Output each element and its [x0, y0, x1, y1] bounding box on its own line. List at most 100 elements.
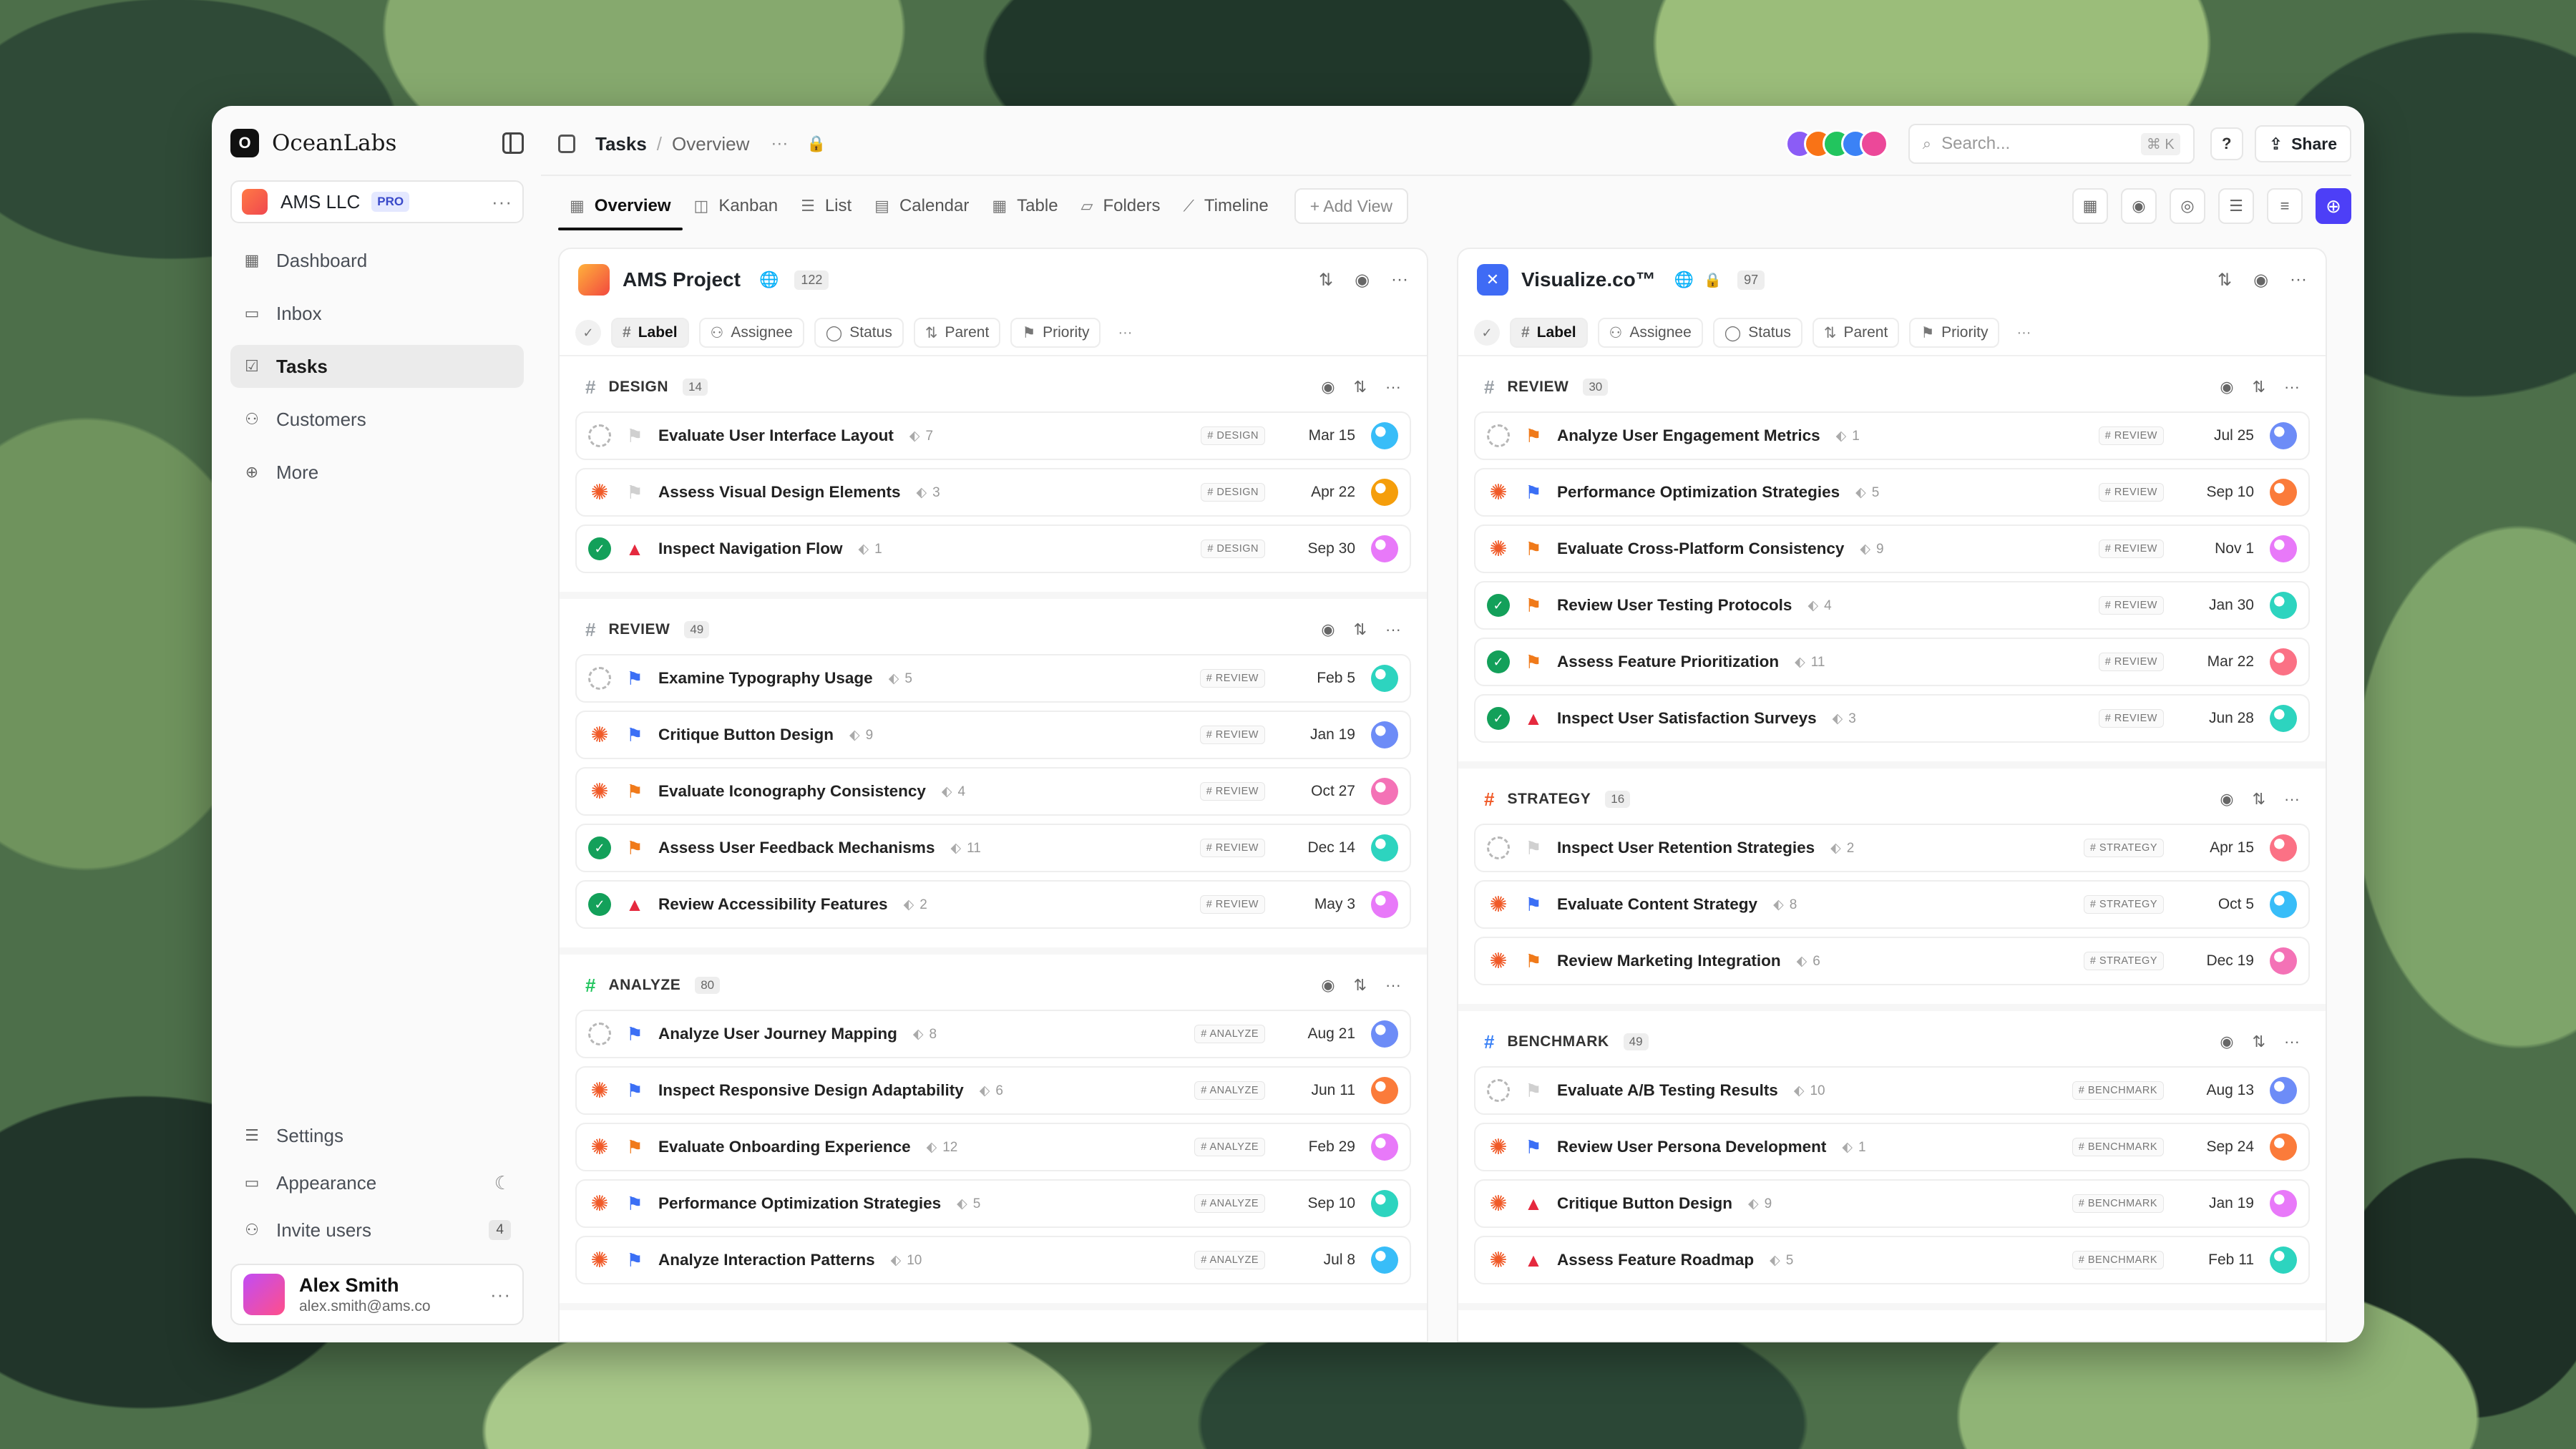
flag-icon[interactable]: ⚑: [1523, 651, 1544, 673]
flag-icon[interactable]: ⚑: [624, 781, 645, 803]
task-row[interactable]: ✓ ▲ Inspect Navigation Flow ⬖ 1 # DESIGN Sep 3…: [575, 525, 1411, 573]
flag-icon[interactable]: ⚑: [624, 1193, 645, 1215]
task-name[interactable]: Evaluate A/B Testing Results: [1557, 1081, 1778, 1100]
status-in-progress-icon[interactable]: ✺: [1487, 1249, 1510, 1272]
grid-view-icon[interactable]: ▦: [2072, 188, 2108, 224]
assignee-avatar[interactable]: [1371, 422, 1398, 449]
filter-label[interactable]: # Label: [611, 318, 689, 348]
moon-icon[interactable]: ☾: [494, 1172, 511, 1194]
status-done-icon[interactable]: ✓: [1487, 650, 1510, 673]
due-date[interactable]: Oct 27: [1278, 783, 1355, 800]
more-icon[interactable]: ···: [1391, 270, 1408, 291]
status-done-icon[interactable]: ✓: [1487, 594, 1510, 617]
sidebar-item-inbox[interactable]: ▭ Inbox: [230, 292, 524, 335]
sliders-icon[interactable]: ☰: [2218, 188, 2254, 224]
task-name[interactable]: Evaluate Cross-Platform Consistency: [1557, 540, 1844, 558]
appearance-item[interactable]: ▭ Appearance ☾: [230, 1162, 524, 1204]
label-tag[interactable]: # STRATEGY: [2083, 839, 2164, 857]
task-name[interactable]: Evaluate Iconography Consistency: [658, 782, 926, 801]
task-row[interactable]: ✺ ⚑ Review User Persona Development ⬖ 1 # BEN…: [1474, 1123, 2310, 1171]
assignee-avatar[interactable]: [1371, 665, 1398, 692]
filter-status[interactable]: ◯ Status: [814, 318, 904, 348]
search-box[interactable]: ⌕ Search... ⌘ K: [1908, 124, 2195, 164]
task-name[interactable]: Performance Optimization Strategies: [1557, 483, 1840, 502]
status-todo-icon[interactable]: [1487, 424, 1510, 447]
tab-list[interactable]: ☰ List: [789, 176, 863, 236]
more-icon[interactable]: ···: [1385, 378, 1401, 396]
assignee-avatar[interactable]: [2270, 947, 2297, 975]
task-name[interactable]: Analyze User Journey Mapping: [658, 1025, 897, 1043]
assignee-avatar[interactable]: [2270, 891, 2297, 918]
more-icon[interactable]: ···: [2284, 378, 2300, 396]
eye-icon[interactable]: ◉: [1321, 620, 1335, 639]
user-circle-icon[interactable]: ◉: [2253, 270, 2268, 291]
due-date[interactable]: Sep 30: [1278, 540, 1355, 557]
task-row[interactable]: ✺ ⚑ Analyze Interaction Patterns ⬖ 10 # ANALY…: [575, 1236, 1411, 1284]
sort-icon[interactable]: ≡: [2267, 188, 2303, 224]
task-row[interactable]: ✺ ⚑ Evaluate Iconography Consistency ⬖ 4 # RE…: [575, 767, 1411, 816]
assignee-avatar[interactable]: [2270, 1190, 2297, 1217]
label-tag[interactable]: # BENCHMARK: [2072, 1194, 2164, 1213]
filter-more-icon[interactable]: ···: [2009, 325, 2038, 341]
sort-icon[interactable]: ⇅: [1354, 378, 1367, 396]
lock-icon[interactable]: 🔒: [806, 135, 826, 153]
label-tag[interactable]: # DESIGN: [1201, 540, 1265, 558]
flag-icon[interactable]: ⚑: [624, 1023, 645, 1045]
label-tag[interactable]: # ANALYZE: [1194, 1081, 1265, 1100]
filter-parent[interactable]: ⇅ Parent: [1812, 318, 1900, 348]
user-circle-icon[interactable]: ◉: [1355, 270, 1370, 291]
assignee-avatar[interactable]: [2270, 535, 2297, 562]
label-tag[interactable]: # REVIEW: [2098, 709, 2164, 728]
sort-icon[interactable]: ⇅: [2253, 790, 2265, 809]
help-button[interactable]: ?: [2210, 127, 2243, 160]
eye-icon[interactable]: ◉: [2220, 1033, 2233, 1051]
sidebar-item-more[interactable]: ⊕ More: [230, 451, 524, 494]
task-name[interactable]: Evaluate User Interface Layout: [658, 426, 894, 445]
workspace-more-icon[interactable]: ···: [492, 191, 512, 213]
label-tag[interactable]: # BENCHMARK: [2072, 1251, 2164, 1269]
label-tag[interactable]: # DESIGN: [1201, 483, 1265, 502]
status-todo-icon[interactable]: [1487, 1079, 1510, 1102]
task-name[interactable]: Assess Feature Prioritization: [1557, 653, 1779, 671]
filter-parent[interactable]: ⇅ Parent: [913, 318, 1001, 348]
assignee-avatar[interactable]: [2270, 834, 2297, 862]
tab-folders[interactable]: ▱ Folders: [1070, 176, 1172, 236]
task-name[interactable]: Assess Feature Roadmap: [1557, 1251, 1754, 1269]
flag-icon[interactable]: ⚑: [1523, 894, 1544, 916]
due-date[interactable]: Feb 29: [1278, 1138, 1355, 1156]
assignee-avatar[interactable]: [2270, 1246, 2297, 1274]
due-date[interactable]: Jul 25: [2177, 427, 2254, 444]
label-tag[interactable]: # REVIEW: [1199, 839, 1265, 857]
flag-icon[interactable]: ⚑: [1523, 1136, 1544, 1158]
assignee-avatar[interactable]: [2270, 705, 2297, 732]
invite-users-item[interactable]: ⚇ Invite users 4: [230, 1209, 524, 1251]
task-row[interactable]: ⚑ Evaluate User Interface Layout ⬖ 7 # DESIG…: [575, 411, 1411, 460]
sort-icon[interactable]: ⇅: [2253, 378, 2265, 396]
sidebar-item-customers[interactable]: ⚇ Customers: [230, 398, 524, 441]
flag-icon[interactable]: ⚑: [1523, 482, 1544, 504]
due-date[interactable]: Jun 11: [1278, 1082, 1356, 1099]
due-date[interactable]: Mar 22: [2177, 653, 2254, 670]
flag-icon[interactable]: ⚑: [624, 1249, 645, 1272]
task-row[interactable]: ✺ ⚑ Review Marketing Integration ⬖ 6 # STRATE…: [1474, 937, 2310, 985]
settings-item[interactable]: ☰ Settings: [230, 1115, 524, 1156]
flag-icon[interactable]: ⚑: [624, 837, 645, 859]
tab-kanban[interactable]: ◫ Kanban: [683, 176, 790, 236]
filter-more-icon[interactable]: ···: [1111, 325, 1139, 341]
task-name[interactable]: Assess Visual Design Elements: [658, 483, 901, 502]
task-name[interactable]: Critique Button Design: [658, 726, 834, 744]
label-tag[interactable]: # ANALYZE: [1194, 1251, 1265, 1269]
status-in-progress-icon[interactable]: ✺: [588, 1136, 611, 1159]
sidebar-item-dashboard[interactable]: ▦ Dashboard: [230, 239, 524, 282]
label-tag[interactable]: # REVIEW: [1199, 782, 1265, 801]
label-tag[interactable]: # REVIEW: [2098, 653, 2164, 671]
task-row[interactable]: ✓ ▲ Inspect User Satisfaction Surveys ⬖ 3 # R…: [1474, 694, 2310, 743]
filter-assignee[interactable]: ⚇ Assignee: [1597, 318, 1703, 348]
sort-icon[interactable]: ⇅: [2253, 1033, 2265, 1051]
urgent-priority-icon[interactable]: ▲: [1523, 708, 1544, 730]
status-todo-icon[interactable]: [588, 424, 611, 447]
task-name[interactable]: Critique Button Design: [1557, 1194, 1732, 1213]
flag-icon[interactable]: ⚑: [1523, 950, 1544, 972]
assignee-avatar[interactable]: [1371, 1190, 1398, 1217]
status-done-icon[interactable]: ✓: [588, 893, 611, 916]
